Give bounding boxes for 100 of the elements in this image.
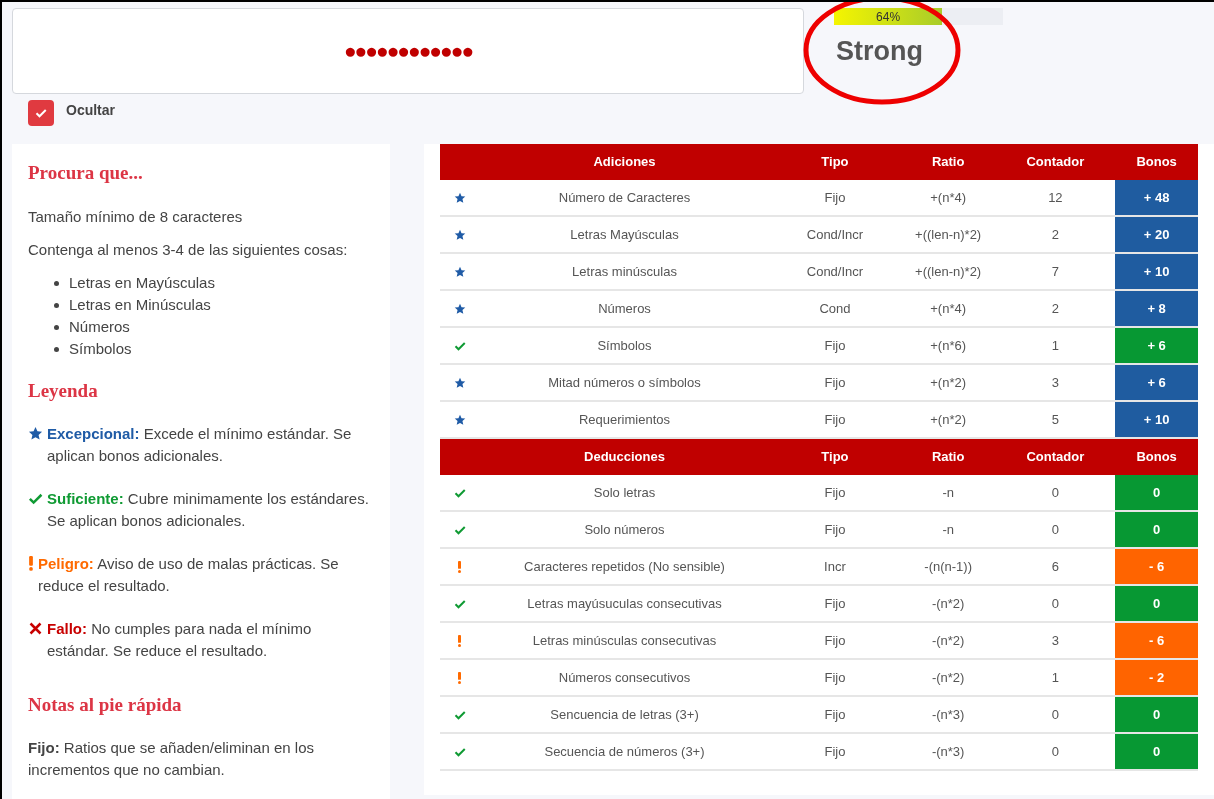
table-cell-text: +(n*4): [929, 299, 968, 318]
table-cell-text: 0: [1050, 705, 1060, 724]
star-icon: [453, 302, 466, 315]
bonus-cell: + 48: [1115, 180, 1198, 215]
star-icon: [453, 228, 466, 241]
table-cell-text: Números: [597, 299, 652, 318]
table-cell-text: Requerimientos: [578, 410, 672, 429]
bullet-icon: [54, 280, 59, 286]
table-cell-text: 3: [1050, 373, 1060, 392]
column-header: Contador: [1025, 448, 1086, 467]
bullet-icon: [54, 346, 59, 352]
legend-text: Peligro: Aviso de uso de malas prácticas. Se reduce el resultado.: [38, 554, 340, 596]
table-cell-text: Letras mayúsuculas consecutivas: [526, 594, 723, 613]
table-cell-text: 12: [1047, 188, 1064, 207]
table-cell-text: +((len-n)*2): [914, 262, 983, 281]
table-cell-text: Fijo: [823, 742, 847, 761]
bonus-cell: 0: [1115, 586, 1198, 621]
exclamation-icon: [457, 634, 463, 647]
table-cell-text: Secuencia de números (3+): [543, 742, 706, 761]
table-cell-text: 2: [1050, 225, 1060, 244]
star-icon: [453, 376, 466, 389]
table-cell-text: +(n*2): [929, 410, 968, 429]
table-cell-text: -(n*2): [930, 631, 966, 650]
table-cell-text: -(n*2): [930, 668, 966, 687]
bonus-cell: - 6: [1115, 623, 1198, 658]
table-cell-text: 5: [1050, 410, 1060, 429]
list-item: Símbolos: [69, 339, 132, 359]
table-cell-text: Fijo: [823, 410, 847, 429]
legend-text: Suficiente: Cubre minimamente los estándares. Se aplican bonos adicionales.: [47, 489, 370, 531]
section-heading: Leyenda: [28, 380, 99, 402]
guide-text: Tamaño mínimo de 8 caracteres: [28, 207, 244, 227]
exclamation-icon: [457, 560, 463, 573]
star-icon: [28, 426, 43, 441]
table-cell-text: Letras minúsculas: [571, 262, 678, 281]
table-cell-text: 2: [1050, 299, 1060, 318]
table-cell-text: 0: [1050, 520, 1060, 539]
table-cell-text: 1: [1050, 668, 1060, 687]
table-cell-text: Letras Mayúsculas: [569, 225, 680, 244]
table-cell-text: Incr: [823, 557, 847, 576]
guide-text: Contenga al menos 3-4 de las siguientes cosas:: [28, 240, 349, 260]
table-cell-text: Letras minúsculas consecutivas: [531, 631, 718, 650]
table-cell-text: Fijo: [823, 631, 847, 650]
star-icon: [453, 265, 466, 278]
table-cell-text: +(n*6): [929, 336, 968, 355]
hide-checkbox[interactable]: [28, 100, 54, 126]
table-cell-text: Fijo: [823, 705, 847, 724]
table-cell-text: Sencuencia de letras (3+): [549, 705, 700, 724]
bonus-cell: 0: [1115, 697, 1198, 732]
table-cell-text: Caracteres repetidos (No sensible): [523, 557, 726, 576]
bonus-cell: - 6: [1115, 549, 1198, 584]
exclamation-icon: [28, 556, 34, 571]
list-item: Letras en Minúsculas: [69, 295, 211, 315]
table-cell-text: -n: [941, 483, 955, 502]
table-cell-text: +(n*2): [929, 373, 968, 392]
bonus-cell: + 20: [1115, 217, 1198, 252]
column-header: Tipo: [820, 153, 850, 172]
star-icon: [453, 413, 466, 426]
table-cell-text: Fijo: [823, 373, 847, 392]
password-value: ●●●●●●●●●●●●: [343, 38, 473, 65]
table-cell-text: Cond/Incr: [805, 262, 865, 281]
table-cell-text: Solo letras: [592, 483, 657, 502]
table-cell-text: Cond/Incr: [805, 225, 865, 244]
bonus-cell: 0: [1115, 512, 1198, 547]
table-cell-text: Números consecutivos: [557, 668, 692, 687]
list-item: Letras en Mayúsculas: [69, 273, 215, 293]
bonus-cell: + 10: [1115, 254, 1198, 289]
cross-icon: [28, 621, 43, 636]
check-icon: [35, 107, 47, 119]
section-heading: Procura que...: [28, 162, 144, 184]
column-header: Contador: [1025, 153, 1086, 172]
table-cell-text: -(n*2): [930, 594, 966, 613]
column-header: Bonos: [1135, 153, 1178, 172]
table-cell-text: Símbolos: [596, 336, 653, 355]
table-cell-text: Solo números: [583, 520, 666, 539]
bullet-icon: [54, 302, 59, 308]
exclamation-icon: [457, 671, 463, 684]
bonus-cell: 0: [1115, 734, 1198, 769]
bullet-icon: [54, 324, 59, 330]
table-cell-text: +(n*4): [929, 188, 968, 207]
table-cell-text: Fijo: [823, 668, 847, 687]
column-header: Ratio: [930, 153, 966, 172]
table-cell-text: +((len-n)*2): [914, 225, 983, 244]
table-cell-text: -(n*3): [930, 742, 966, 761]
password-field[interactable]: ●●●●●●●●●●●●: [12, 8, 804, 94]
table-cell-text: 7: [1050, 262, 1060, 281]
table-cell-text: Fijo: [823, 483, 847, 502]
section-heading: Notas al pie rápida: [28, 694, 183, 716]
table-cell-text: Cond: [818, 299, 852, 318]
table-cell-text: 0: [1050, 594, 1060, 613]
check-icon: [28, 491, 43, 506]
legend-text: Excepcional: Excede el mínimo estándar. Se aplican bonos adicionales.: [47, 424, 353, 466]
list-item: Números: [69, 317, 130, 337]
bonus-cell: 0: [1115, 475, 1198, 510]
bonus-cell: + 8: [1115, 291, 1198, 326]
table-cell-text: -(n*3): [930, 705, 966, 724]
table-cell-text: Fijo: [823, 520, 847, 539]
strength-label: Strong: [836, 35, 924, 68]
table-cell-text: Fijo: [823, 594, 847, 613]
table-cell-text: Fijo: [823, 336, 847, 355]
column-header: Tipo: [820, 448, 850, 467]
